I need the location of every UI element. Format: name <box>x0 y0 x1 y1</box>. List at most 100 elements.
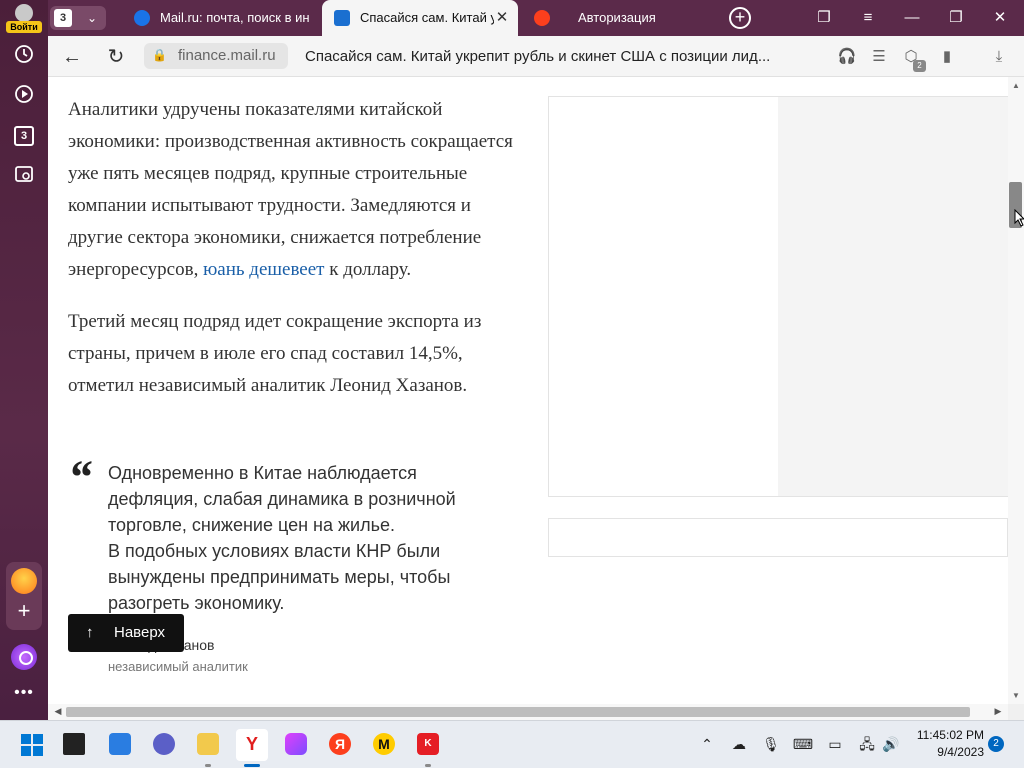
address-bar: ← ↻ 🔒 finance.mail.ru Спасайся сам. Кита… <box>48 36 1024 77</box>
start-button[interactable] <box>16 729 48 761</box>
zen-icon[interactable] <box>11 568 37 594</box>
reload-button[interactable]: ↻ <box>102 44 130 70</box>
minimize-button[interactable]: — <box>890 0 934 36</box>
screenshot-icon[interactable] <box>12 164 36 188</box>
user-avatar-icon <box>15 4 33 22</box>
vertical-scrollbar[interactable]: ▲ ▼ <box>1008 77 1024 704</box>
headphones-icon[interactable]: 🎧 <box>836 46 858 68</box>
quote-mark-icon: “ <box>68 451 92 504</box>
scroll-down-arrow-icon[interactable]: ▼ <box>1012 691 1020 700</box>
volume-icon[interactable]: 🔊 <box>880 733 902 755</box>
ad-placeholder-shade <box>778 97 1008 496</box>
yuan-link[interactable]: юань дешевеет <box>203 259 324 280</box>
tab-label: Спасайся сам. Китай ук <box>360 10 494 25</box>
paragraph-text: Аналитики удручены показателями китайско… <box>68 99 513 280</box>
yandex-browser-button[interactable]: Y <box>236 729 268 767</box>
display-icon[interactable]: ▭ <box>824 733 846 755</box>
bookmark-icon[interactable]: ▮ <box>936 46 958 68</box>
tab-label: Mail.ru: почта, поиск в ин <box>160 10 310 25</box>
horizontal-scrollbar[interactable]: ◀ ▶ <box>48 704 1008 720</box>
scroll-left-arrow-icon[interactable]: ◀ <box>52 706 64 717</box>
folder-icon <box>197 733 219 755</box>
task-view-button[interactable] <box>58 729 90 761</box>
article-paragraph: Аналитики удручены показателями китайско… <box>68 94 528 286</box>
taskbar: Y Я M K ⌃ ☁ 🎙 ⌨ ▭ 🖧 🔊 11:45:02 PM 9/4/20… <box>0 720 1024 768</box>
mail-ru-icon <box>134 10 150 26</box>
extensions-icon[interactable]: ⬡ 2 <box>900 46 926 72</box>
more-dots-icon[interactable]: ••• <box>12 685 36 704</box>
back-to-top-button[interactable]: ↑ Наверх <box>68 614 184 652</box>
quote-line: В подобных условиях власти КНР были выну… <box>108 541 451 613</box>
history-icon[interactable] <box>12 44 36 68</box>
video-play-icon[interactable] <box>12 84 36 108</box>
keyboard-icon[interactable]: ⌨ <box>792 733 814 755</box>
scroll-up-arrow-icon[interactable]: ▲ <box>1012 81 1020 90</box>
ad-placeholder-small <box>548 518 1008 557</box>
close-window-button[interactable]: ✕ <box>978 0 1022 36</box>
onedrive-icon[interactable]: ☁ <box>728 733 750 755</box>
notifications-badge[interactable]: 2 <box>988 736 1004 752</box>
login-label: Войти <box>6 21 42 33</box>
tab-label: Авторизация <box>578 10 656 25</box>
ad-placeholder <box>548 96 1008 497</box>
article-body: Аналитики удручены показателями китайско… <box>68 94 528 422</box>
quote-line: Одновременно в Китае наблюдается дефляци… <box>108 463 456 535</box>
running-indicator <box>205 764 211 767</box>
running-indicator <box>425 764 431 767</box>
tab-mail-ru[interactable]: Mail.ru: почта, поиск в ин <box>122 0 318 36</box>
add-panel-icon[interactable]: + <box>12 600 36 624</box>
horizontal-scroll-thumb[interactable] <box>66 707 970 717</box>
reader-mode-icon[interactable]: ☰ <box>868 46 890 68</box>
domain-text: finance.mail.ru <box>178 47 276 64</box>
site-domain-chip[interactable]: 🔒 finance.mail.ru <box>144 43 288 69</box>
yandex-market-button[interactable]: M <box>368 729 400 761</box>
address-page-title[interactable]: Спасайся сам. Китай укрепит рубль и скин… <box>305 36 825 77</box>
clock[interactable]: 11:45:02 PM 9/4/2023 <box>906 727 984 761</box>
restore-button[interactable]: ❐ <box>934 0 978 36</box>
tab-finance-article[interactable]: Спасайся сам. Китай ук ✕ <box>322 0 518 36</box>
quote-author-role: независимый аналитик <box>108 659 248 674</box>
yandex-browser-icon: Y <box>245 734 258 754</box>
new-tab-button[interactable]: + <box>729 7 751 29</box>
alice-assistant-icon[interactable] <box>11 644 37 670</box>
active-indicator <box>244 764 260 767</box>
tab-authorization[interactable]: Авторизация <box>522 0 718 36</box>
quote-text: Одновременно в Китае наблюдается дефляци… <box>108 460 508 616</box>
yandex-app-button[interactable]: Я <box>324 729 356 761</box>
back-button[interactable]: ← <box>58 44 86 70</box>
tab-group-button[interactable]: 3 ⌄ <box>50 6 106 30</box>
app-button-gem[interactable] <box>280 729 312 761</box>
mouse-cursor-icon <box>1014 209 1024 227</box>
back-to-top-label: Наверх <box>114 624 165 641</box>
microphone-icon[interactable]: 🎙 <box>760 733 782 755</box>
scrollbar-corner <box>1008 704 1024 720</box>
market-app-icon: M <box>373 733 395 755</box>
browser-sidebar: Войти 3 + ••• <box>0 0 48 720</box>
article-paragraph: Третий месяц подряд идет сокращение эксп… <box>68 311 482 396</box>
yandex-app-icon: Я <box>329 733 351 755</box>
chat-button[interactable] <box>148 729 180 761</box>
close-tab-icon[interactable]: ✕ <box>494 0 510 36</box>
page-content: Аналитики удручены показателями китайско… <box>48 77 1008 704</box>
gem-app-icon <box>285 733 307 755</box>
kinopoisk-button[interactable]: K <box>412 729 444 767</box>
task-view-icon <box>63 733 85 755</box>
yandex-icon <box>534 10 550 26</box>
login-button[interactable]: Войти <box>6 2 42 34</box>
network-icon[interactable]: 🖧 <box>856 733 878 755</box>
tabs-counter-icon[interactable]: 3 <box>14 126 34 146</box>
scroll-right-arrow-icon[interactable]: ▶ <box>992 706 1004 717</box>
menu-icon[interactable]: ≡ <box>846 0 890 36</box>
file-explorer-button[interactable] <box>192 729 224 767</box>
kinopoisk-icon: K <box>417 733 439 755</box>
downloads-icon[interactable]: ⤓ <box>988 46 1010 68</box>
tab-group-count: 3 <box>54 9 72 27</box>
windows-logo-icon <box>21 734 43 756</box>
bookmarks-collection-icon[interactable]: ❐ <box>802 0 846 36</box>
mail-finance-icon <box>334 10 350 26</box>
chevron-down-icon: ⌄ <box>86 11 98 25</box>
tray-overflow-icon[interactable]: ⌃ <box>696 733 718 755</box>
paragraph-tail: к доллару. <box>324 259 412 280</box>
widgets-button[interactable] <box>104 729 136 761</box>
clock-date: 9/4/2023 <box>937 745 984 759</box>
